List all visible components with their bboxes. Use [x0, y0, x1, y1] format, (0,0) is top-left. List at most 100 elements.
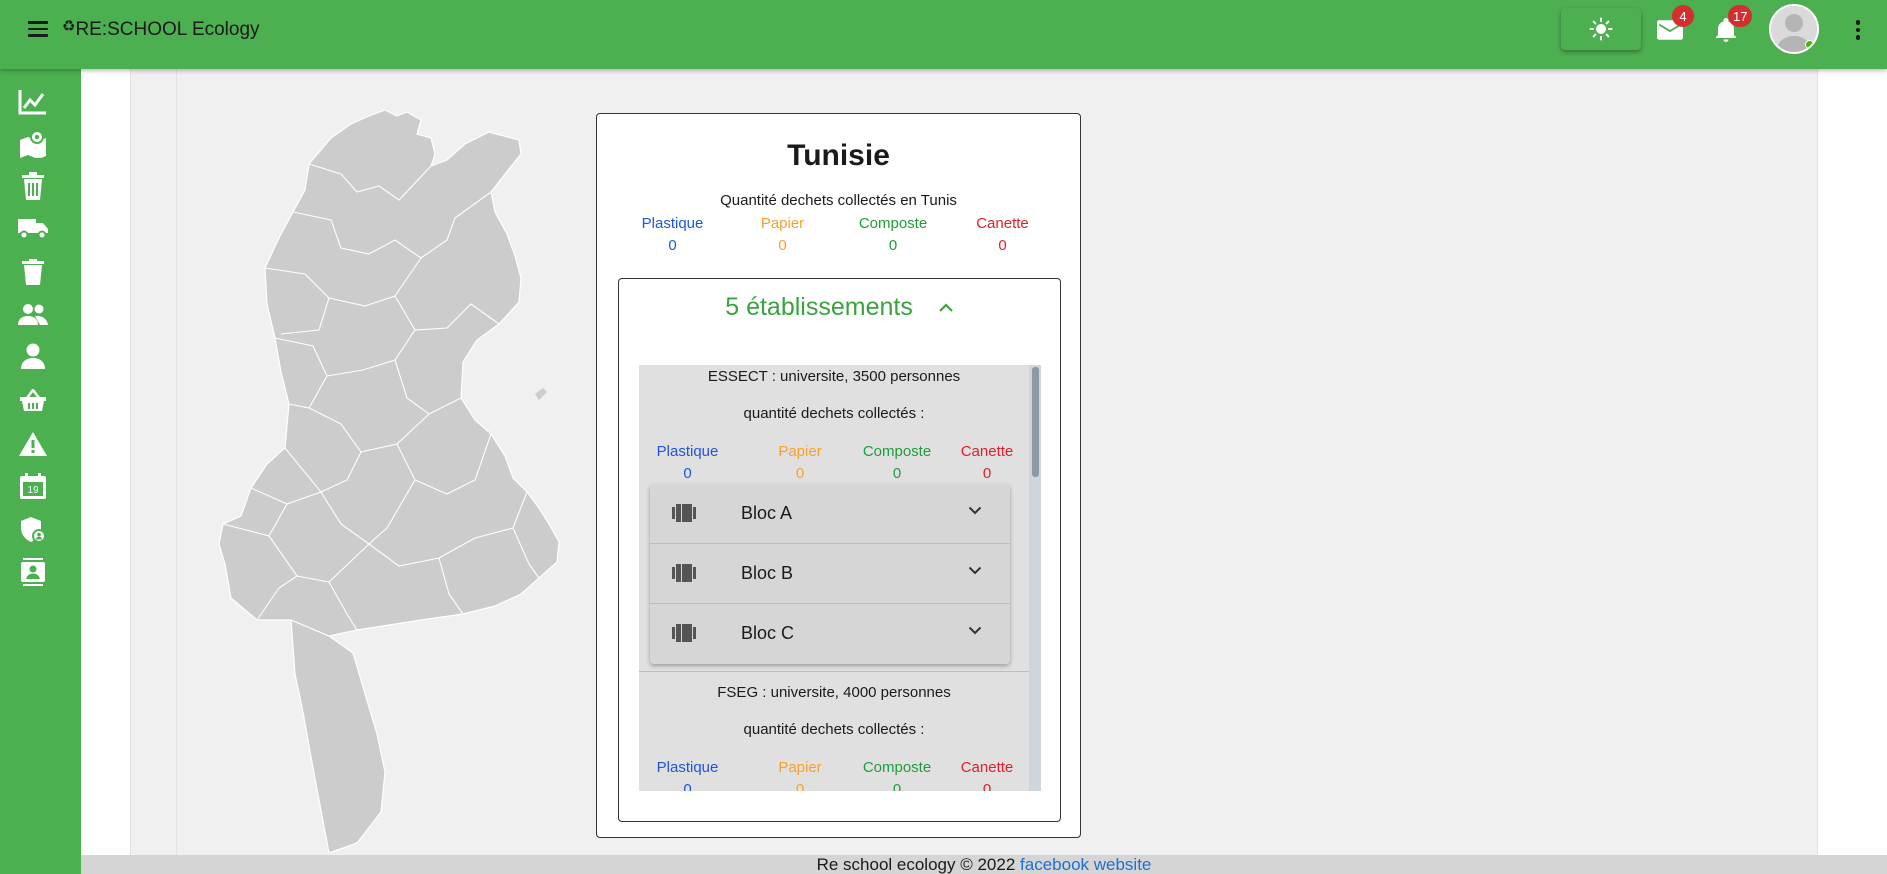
- warning-icon: [19, 432, 47, 456]
- menu-button[interactable]: [24, 17, 52, 41]
- etablissements-toggle[interactable]: 5 établissements: [619, 293, 1060, 333]
- stat-value: 0: [668, 237, 677, 254]
- region-card: Tunisie Quantité dechets collectés en Tu…: [596, 113, 1081, 838]
- stat-label: Composte: [858, 215, 928, 232]
- app-bar: ♻RE:SCHOOL Ecology 4 17: [0, 0, 1887, 69]
- facebook-link[interactable]: facebook website: [1020, 855, 1151, 874]
- more-vert-icon: [1855, 20, 1861, 25]
- basket-icon: [20, 389, 46, 411]
- sidebar-item-admin[interactable]: [16, 513, 50, 547]
- theme-toggle-button[interactable]: [1561, 8, 1641, 50]
- stat-value: 0: [982, 781, 992, 791]
- more-menu-button[interactable]: [1848, 16, 1868, 44]
- etablissement-stats: Plastique 0 Papier 0 Composte 0 Canette …: [645, 441, 1017, 485]
- scrollbar-thumb[interactable]: [1032, 367, 1039, 477]
- app-title-text: RE:SCHOOL Ecology: [75, 19, 260, 40]
- scrollbar[interactable]: [1029, 365, 1041, 791]
- menu-icon-bar: [28, 21, 48, 24]
- tunisia-map[interactable]: [209, 108, 569, 853]
- etablissement-title: ESSECT : universite, 3500 personnes: [707, 368, 961, 385]
- sidebar-item-bins[interactable]: [16, 169, 50, 203]
- etablissement-divider: [639, 671, 1029, 672]
- sidebar-item-waste[interactable]: [16, 255, 50, 289]
- stat-label: Plastique: [656, 759, 719, 776]
- messages-button[interactable]: 4: [1652, 5, 1694, 48]
- stat-value: 0: [982, 465, 992, 482]
- app-title: ♻RE:SCHOOL Ecology: [62, 17, 260, 41]
- region-title: Tunisie: [787, 139, 890, 172]
- stat-label: Canette: [960, 443, 1014, 460]
- sidebar-item-dashboard[interactable]: [16, 85, 50, 119]
- etablissements-panel: 5 établissements ESSECT : universite, 35…: [618, 278, 1061, 822]
- sidebar-item-trucks[interactable]: [16, 211, 50, 245]
- delete-icon: [22, 259, 44, 285]
- sidebar-item-groups[interactable]: [16, 297, 50, 331]
- stat-label: Papier: [760, 215, 805, 232]
- stat-value: 0: [795, 781, 805, 791]
- stat-label: Papier: [778, 443, 822, 460]
- sidebar: 19: [0, 69, 81, 874]
- menu-icon-bar: [28, 34, 48, 37]
- footer-copyright: Re school ecology © 2022: [816, 855, 1016, 874]
- more-vert-icon-dot: [1855, 35, 1861, 40]
- svg-text:19: 19: [27, 485, 39, 496]
- stat-plastique: Plastique 0: [635, 213, 710, 257]
- stat-canette: Canette 0: [957, 441, 1017, 485]
- etablissements-list[interactable]: ESSECT : universite, 3500 personnes quan…: [639, 365, 1041, 791]
- shield-user-icon: [21, 517, 46, 543]
- etablissement-qty-label: quantité dechets collectés :: [743, 721, 925, 738]
- region-stats: Plastique 0 Papier 0 Composte 0 Canette …: [635, 213, 1040, 257]
- bloc-name: Bloc A: [741, 503, 793, 523]
- stat-label: Papier: [778, 759, 822, 776]
- chevron-up-icon: [939, 303, 953, 313]
- online-status-dot: [1805, 40, 1814, 49]
- stat-value: 0: [888, 237, 898, 254]
- sidebar-item-shop[interactable]: [16, 383, 50, 417]
- chevron-down-icon: [968, 506, 982, 515]
- person-icon: [21, 343, 45, 369]
- bloc-list: Bloc A Bloc B Bloc C: [650, 484, 1010, 664]
- stat-label: Plastique: [641, 215, 704, 232]
- stat-papier: Papier 0: [745, 213, 820, 257]
- sidebar-item-profile[interactable]: [16, 339, 50, 373]
- stat-composte: Composte 0: [857, 441, 937, 485]
- notifications-button[interactable]: 17: [1708, 5, 1753, 48]
- bin-icon: [672, 624, 696, 642]
- tunisia-map-shape[interactable]: [218, 109, 560, 853]
- avatar[interactable]: [1769, 4, 1819, 54]
- chevron-down-icon: [968, 626, 982, 635]
- sidebar-item-contacts[interactable]: [16, 555, 50, 589]
- sidebar-item-map[interactable]: [16, 127, 50, 161]
- notifications-badge: 17: [1728, 5, 1753, 27]
- stat-label: Composte: [862, 759, 932, 776]
- stat-label: Canette: [976, 215, 1029, 232]
- recycle-icon: ♻: [62, 18, 76, 35]
- stat-plastique: Plastique 0: [645, 441, 730, 485]
- stat-value: 0: [683, 465, 692, 482]
- footer: Re school ecology © 2022 facebook websit…: [81, 855, 1887, 874]
- sidebar-item-calendar[interactable]: 19: [16, 469, 50, 503]
- bin-icon: [672, 564, 696, 582]
- bloc-name: Bloc B: [741, 563, 794, 583]
- stat-papier: Papier 0: [770, 757, 830, 791]
- messages-badge: 4: [1672, 5, 1694, 27]
- stat-value: 0: [998, 237, 1007, 254]
- bloc-accordion-a[interactable]: Bloc A: [650, 484, 1010, 544]
- sidebar-item-alerts[interactable]: [16, 427, 50, 461]
- etablissements-count: 5 établissements: [725, 293, 913, 321]
- chart-line-icon: [18, 90, 46, 115]
- panel-divider: [176, 69, 177, 855]
- stat-canette: Canette 0: [957, 757, 1017, 791]
- stat-composte: Composte 0: [857, 757, 937, 791]
- stat-canette: Canette 0: [965, 213, 1040, 257]
- bloc-name: Bloc C: [741, 623, 795, 643]
- sun-icon: [1589, 17, 1613, 41]
- bin-icon: [672, 504, 696, 522]
- kerkennah-island: [535, 388, 547, 400]
- stat-label: Canette: [960, 759, 1014, 776]
- etablissement-qty-label: quantité dechets collectés :: [743, 405, 925, 422]
- truck-icon: [18, 219, 48, 239]
- bloc-accordion-b[interactable]: Bloc B: [650, 544, 1010, 604]
- bloc-accordion-c[interactable]: Bloc C: [650, 604, 1010, 664]
- trash-can-icon: [22, 172, 44, 200]
